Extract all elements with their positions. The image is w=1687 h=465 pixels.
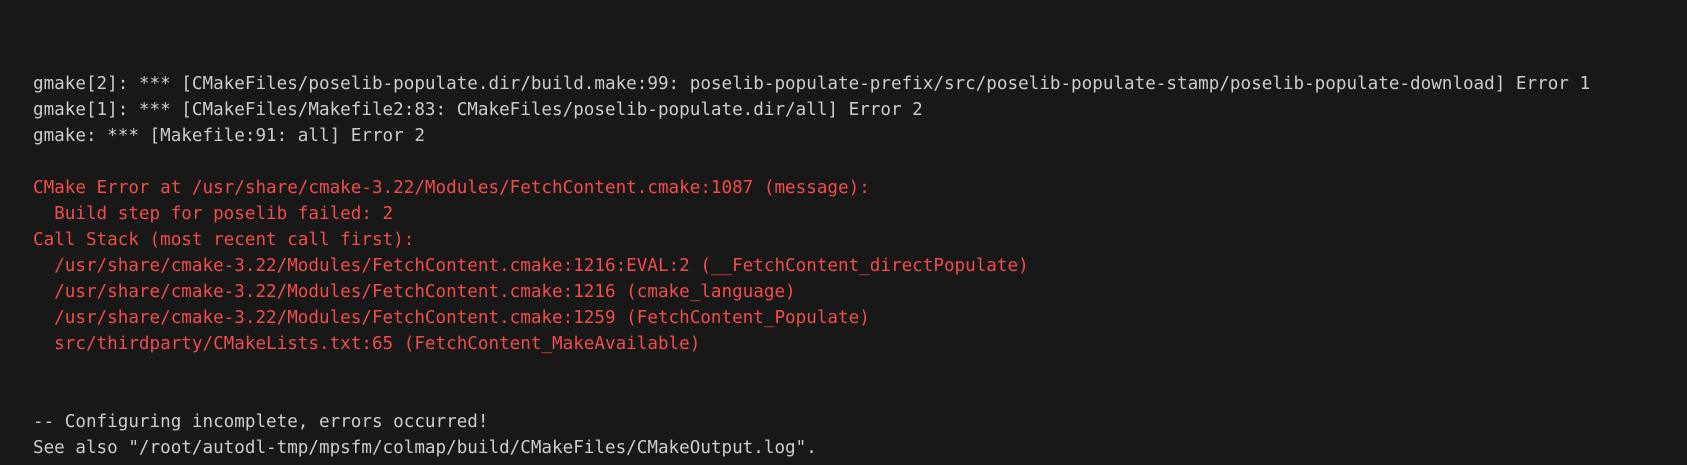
output-line-gmake1-error: gmake[1]: *** [CMakeFiles/Makefile2:83: …	[33, 100, 923, 120]
output-line-call-stack-header: Call Stack (most recent call first):	[33, 230, 415, 250]
output-line-configuring-incomplete: -- Configuring incomplete, errors occurr…	[33, 412, 489, 432]
output-blank-line	[33, 149, 1687, 175]
output-blank-line	[33, 383, 1687, 409]
output-line-call-stack-frame: src/thirdparty/CMakeLists.txt:65 (FetchC…	[33, 334, 701, 354]
output-line-cmake-error: CMake Error at /usr/share/cmake-3.22/Mod…	[33, 178, 870, 198]
output-line-gmake-error: gmake: *** [Makefile:91: all] Error 2	[33, 126, 425, 146]
output-line-call-stack-frame: /usr/share/cmake-3.22/Modules/FetchConte…	[33, 308, 870, 328]
output-line-build-step-failed: Build step for poselib failed: 2	[33, 204, 394, 224]
output-line-call-stack-frame: /usr/share/cmake-3.22/Modules/FetchConte…	[33, 282, 796, 302]
output-blank-line	[33, 357, 1687, 383]
output-line-see-also-log: See also "/root/autodl-tmp/mpsfm/colmap/…	[33, 438, 817, 458]
output-line-gmake2-error: gmake[2]: *** [CMakeFiles/poselib-popula…	[33, 74, 1591, 94]
output-line-call-stack-frame: /usr/share/cmake-3.22/Modules/FetchConte…	[33, 256, 1029, 276]
terminal-output[interactable]: gmake[2]: *** [CMakeFiles/poselib-popula…	[0, 0, 1687, 465]
